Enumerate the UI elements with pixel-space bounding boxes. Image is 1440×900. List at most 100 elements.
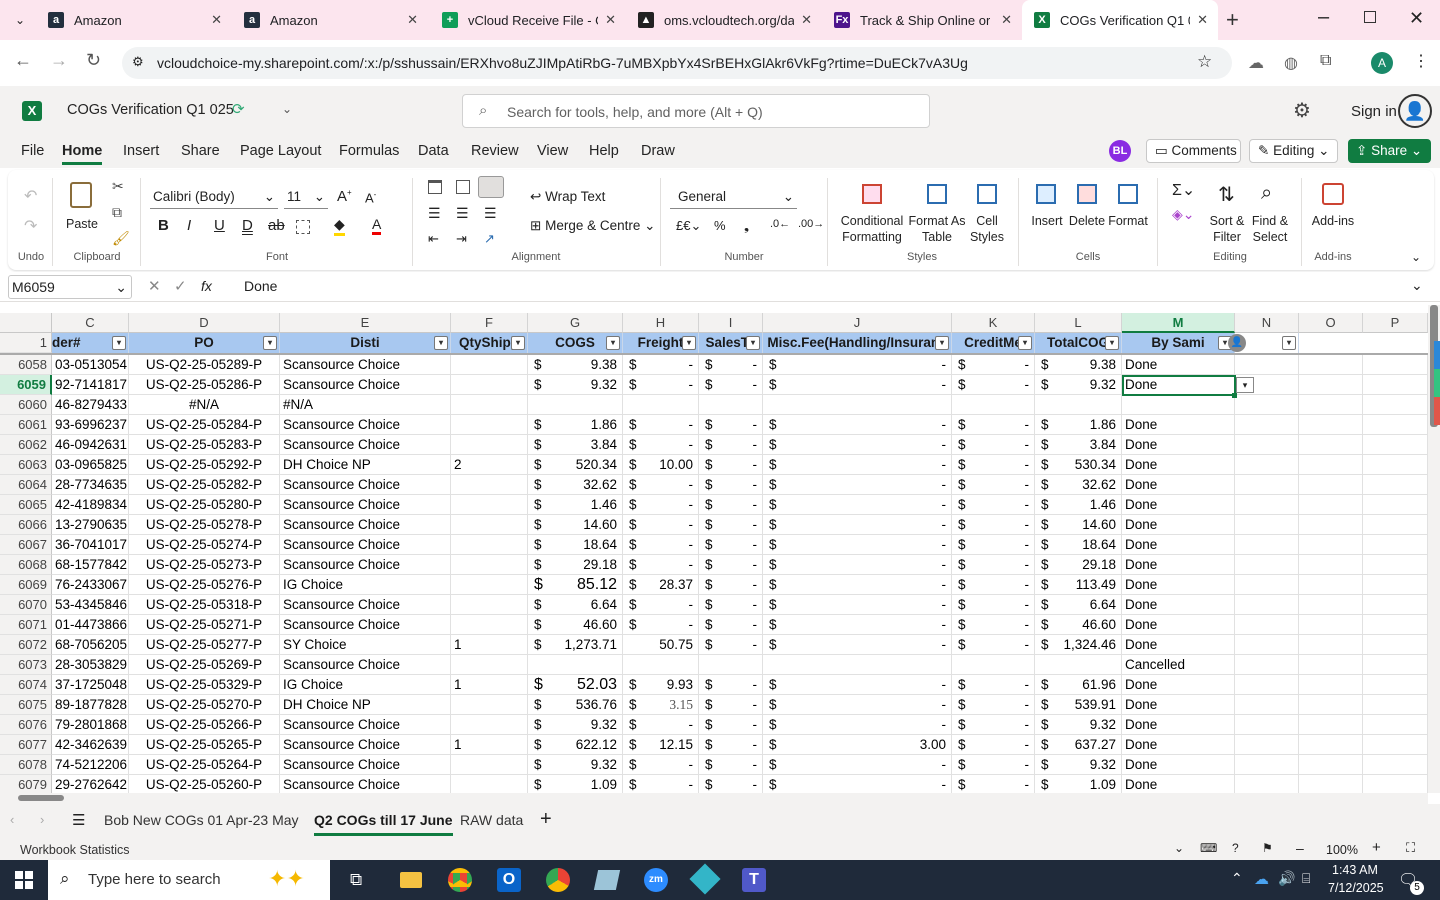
site-info-icon[interactable]: ⚙: [132, 54, 144, 70]
reload-button[interactable]: ↻: [86, 50, 101, 71]
empty-cell[interactable]: [1235, 455, 1299, 475]
format-painter-icon[interactable]: 🖌: [112, 230, 130, 247]
share-button[interactable]: ⇪ Share ⌄: [1348, 139, 1431, 163]
table-cell[interactable]: $ -: [952, 495, 1035, 515]
zoom-app-icon[interactable]: zm: [644, 868, 668, 892]
column-header-f[interactable]: F: [451, 313, 528, 333]
table-cell[interactable]: Scansource Choice: [280, 495, 451, 515]
sheet-tab[interactable]: RAW data: [460, 812, 523, 828]
table-cell[interactable]: $ -: [763, 675, 952, 695]
table-cell[interactable]: US-Q2-25-05273-P: [129, 555, 280, 575]
table-cell[interactable]: 36-7041017: [52, 535, 129, 555]
table-cell[interactable]: $1.86: [528, 415, 623, 435]
table-cell[interactable]: Done: [1122, 475, 1235, 495]
empty-cell[interactable]: [1363, 395, 1428, 415]
table-cell[interactable]: [1122, 395, 1235, 415]
table-cell[interactable]: Scansource Choice: [280, 515, 451, 535]
table-cell[interactable]: $9.32: [528, 755, 623, 775]
volume-icon[interactable]: 🔊: [1278, 870, 1295, 887]
table-header-cell[interactable]: TotalCOG ▾: [1035, 333, 1122, 353]
table-cell[interactable]: 03-0513054: [52, 355, 129, 375]
close-icon[interactable]: ✕: [605, 12, 616, 28]
align-right-icon[interactable]: ☰: [484, 205, 497, 222]
empty-cell[interactable]: [1299, 735, 1363, 755]
outlook-icon[interactable]: O: [497, 868, 521, 892]
app-icon[interactable]: [593, 870, 621, 890]
table-cell[interactable]: [451, 695, 528, 715]
row-header[interactable]: 6063: [0, 455, 52, 475]
empty-cell[interactable]: [1363, 415, 1428, 435]
url-text[interactable]: vcloudchoice-my.sharepoint.com/:x:/p/ssh…: [157, 55, 968, 71]
empty-cell[interactable]: [1363, 355, 1428, 375]
table-cell[interactable]: Scansource Choice: [280, 775, 451, 793]
merge-centre-button[interactable]: ⊞ Merge & Centre ⌄: [530, 218, 655, 234]
browser-menu-icon[interactable]: ⋮: [1413, 51, 1429, 71]
italic-icon[interactable]: I: [187, 217, 191, 234]
table-cell[interactable]: $1.86: [1035, 415, 1122, 435]
table-cell[interactable]: Done: [1122, 575, 1235, 595]
column-header-n[interactable]: N: [1235, 313, 1299, 333]
column-header-m[interactable]: M: [1122, 313, 1235, 333]
table-cell[interactable]: $ -: [763, 555, 952, 575]
bold-icon[interactable]: B: [158, 217, 169, 234]
table-cell[interactable]: $ -: [699, 595, 763, 615]
table-cell[interactable]: $ -: [952, 415, 1035, 435]
table-cell[interactable]: US-Q2-25-05329-P: [129, 675, 280, 695]
table-cell[interactable]: US-Q2-25-05278-P: [129, 515, 280, 535]
table-cell[interactable]: [451, 595, 528, 615]
table-cell[interactable]: Scansource Choice: [280, 615, 451, 635]
empty-cell[interactable]: [1363, 615, 1428, 635]
table-cell[interactable]: $6.64: [1035, 595, 1122, 615]
empty-cell[interactable]: [1299, 595, 1363, 615]
table-header-cell[interactable]: CreditMe ▾: [952, 333, 1035, 353]
browser-tab[interactable]: + vCloud Receive File - Go ✕: [430, 0, 626, 40]
row-header[interactable]: 6066: [0, 515, 52, 535]
profile-avatar[interactable]: A: [1371, 52, 1393, 74]
row-header[interactable]: 6078: [0, 755, 52, 775]
empty-cell[interactable]: [1299, 395, 1363, 415]
table-cell[interactable]: $ -: [952, 615, 1035, 635]
table-cell[interactable]: US-Q2-25-05289-P: [129, 355, 280, 375]
bookmark-star-icon[interactable]: ☆: [1197, 52, 1212, 72]
table-header-cell[interactable]: QtyShipp ▾: [451, 333, 528, 353]
empty-cell[interactable]: [1363, 755, 1428, 775]
settings-gear-icon[interactable]: ⚙: [1293, 98, 1311, 123]
table-cell[interactable]: $ -: [699, 575, 763, 595]
table-cell[interactable]: Done: [1122, 495, 1235, 515]
table-cell[interactable]: $ -: [763, 635, 952, 655]
table-cell[interactable]: 92-7141817: [52, 375, 129, 395]
table-cell[interactable]: [699, 395, 763, 415]
font-name-select[interactable]: Calibri (Body) ⌄: [150, 185, 278, 209]
all-sheets-icon[interactable]: ☰: [72, 811, 85, 829]
close-icon[interactable]: ✕: [1197, 12, 1208, 28]
taskbar-search[interactable]: ⌕ Type here to search ✦✦: [48, 860, 330, 900]
insert-function-icon[interactable]: fx: [201, 278, 212, 294]
row-header[interactable]: 6070: [0, 595, 52, 615]
keyboard-icon[interactable]: ⌨: [1200, 841, 1217, 855]
close-icon[interactable]: ✕: [801, 12, 812, 28]
empty-cell[interactable]: [1235, 595, 1299, 615]
empty-cell[interactable]: [1235, 515, 1299, 535]
table-header-cell[interactable]: Disti ▾: [280, 333, 451, 353]
back-button[interactable]: ←: [14, 50, 32, 71]
row-header[interactable]: 6062: [0, 435, 52, 455]
table-cell[interactable]: $ -: [763, 615, 952, 635]
table-cell[interactable]: $539.91: [1035, 695, 1122, 715]
table-cell[interactable]: 76-2433067: [52, 575, 129, 595]
table-cell[interactable]: $ -: [623, 755, 699, 775]
empty-cell[interactable]: [1235, 575, 1299, 595]
table-cell[interactable]: 68-7056205: [52, 635, 129, 655]
table-cell[interactable]: $ -: [952, 355, 1035, 375]
table-cell[interactable]: $9.93: [623, 675, 699, 695]
table-cell[interactable]: [451, 575, 528, 595]
table-cell[interactable]: $ -: [623, 475, 699, 495]
fill-color-icon[interactable]: ◆: [334, 216, 345, 236]
clock-date[interactable]: 7/12/2025: [1328, 881, 1384, 895]
table-cell[interactable]: DH Choice NP: [280, 695, 451, 715]
table-cell[interactable]: 46-0942631: [52, 435, 129, 455]
table-cell[interactable]: $ -: [623, 595, 699, 615]
table-cell[interactable]: US-Q2-25-05318-P: [129, 595, 280, 615]
empty-cell[interactable]: [1299, 755, 1363, 775]
table-cell[interactable]: $ -: [699, 755, 763, 775]
filter-dropdown-icon[interactable]: ▾: [263, 336, 277, 350]
